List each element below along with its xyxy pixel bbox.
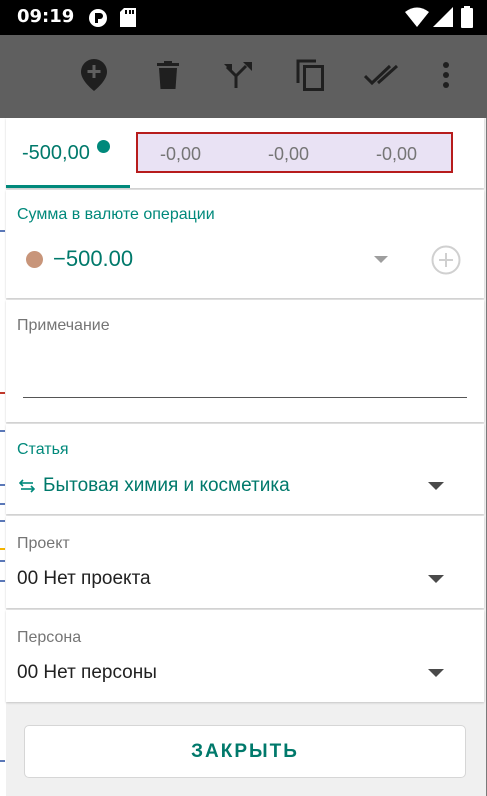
tab-amount-active: -500,00	[22, 142, 90, 164]
close-button[interactable]: ЗАКРЫТЬ	[24, 725, 466, 778]
transfer-arrows-icon	[18, 479, 36, 498]
project-value: 00 Нет проекта	[17, 568, 151, 589]
currency-color-dot	[26, 251, 43, 268]
split-icon	[224, 61, 252, 93]
tab-split-4[interactable]: -0,00	[376, 144, 417, 165]
project-card[interactable]: Проект 00 Нет проекта	[6, 516, 484, 608]
battery-icon	[461, 6, 473, 33]
add-location-button[interactable]	[74, 57, 114, 97]
done-all-icon	[363, 64, 400, 91]
active-indicator-dot	[97, 140, 110, 153]
category-dropdown-caret[interactable]	[428, 482, 444, 490]
note-label: Примечание	[17, 317, 110, 334]
category-card[interactable]: Статья Бытовая химия и косметика	[6, 424, 484, 514]
person-card[interactable]: Персона 00 Нет персоны	[6, 610, 484, 702]
split-tabs: -500,00 -0,00 -0,00 -0,00	[6, 118, 484, 188]
sd-card-icon	[120, 8, 136, 32]
transaction-split-sheet: -500,00 -0,00 -0,00 -0,00 Сумма в валюте…	[6, 118, 486, 796]
add-location-icon	[81, 58, 107, 96]
mark-all-done-button[interactable]	[362, 57, 402, 97]
tab-underline	[6, 185, 130, 188]
status-bar: 09:19	[0, 0, 487, 35]
empty-split-tabs-highlight: -0,00 -0,00 -0,00	[136, 132, 453, 173]
tab-split-3[interactable]: -0,00	[268, 144, 309, 165]
delete-icon	[157, 60, 179, 94]
person-value: 00 Нет персоны	[17, 662, 157, 683]
app-notification-icon	[88, 8, 108, 33]
status-time: 09:19	[17, 6, 75, 27]
wifi-icon	[405, 7, 429, 32]
currency-dropdown-caret[interactable]	[374, 256, 388, 263]
amount-label: Сумма в валюте операции	[17, 206, 215, 223]
person-dropdown-caret[interactable]	[428, 669, 444, 677]
category-label: Статья	[17, 441, 69, 458]
copy-icon	[296, 59, 324, 96]
copy-button[interactable]	[290, 57, 330, 97]
tab-split-1[interactable]: -500,00	[6, 118, 130, 188]
delete-button[interactable]	[148, 57, 188, 97]
add-circle-icon[interactable]	[431, 245, 461, 280]
note-card: Примечание	[6, 300, 484, 422]
action-toolbar	[0, 35, 487, 118]
note-input[interactable]	[23, 350, 467, 398]
signal-icon	[433, 7, 453, 32]
tab-split-2[interactable]: -0,00	[160, 144, 201, 165]
person-label: Персона	[17, 629, 82, 646]
amount-value[interactable]: −500.00	[53, 246, 133, 272]
project-dropdown-caret[interactable]	[428, 575, 444, 583]
more-vert-icon	[442, 61, 450, 93]
category-value: Бытовая химия и косметика	[43, 475, 290, 496]
project-label: Проект	[17, 535, 70, 552]
more-options-button[interactable]	[426, 57, 466, 97]
split-button[interactable]	[218, 57, 258, 97]
amount-card: Сумма в валюте операции −500.00	[6, 190, 484, 298]
